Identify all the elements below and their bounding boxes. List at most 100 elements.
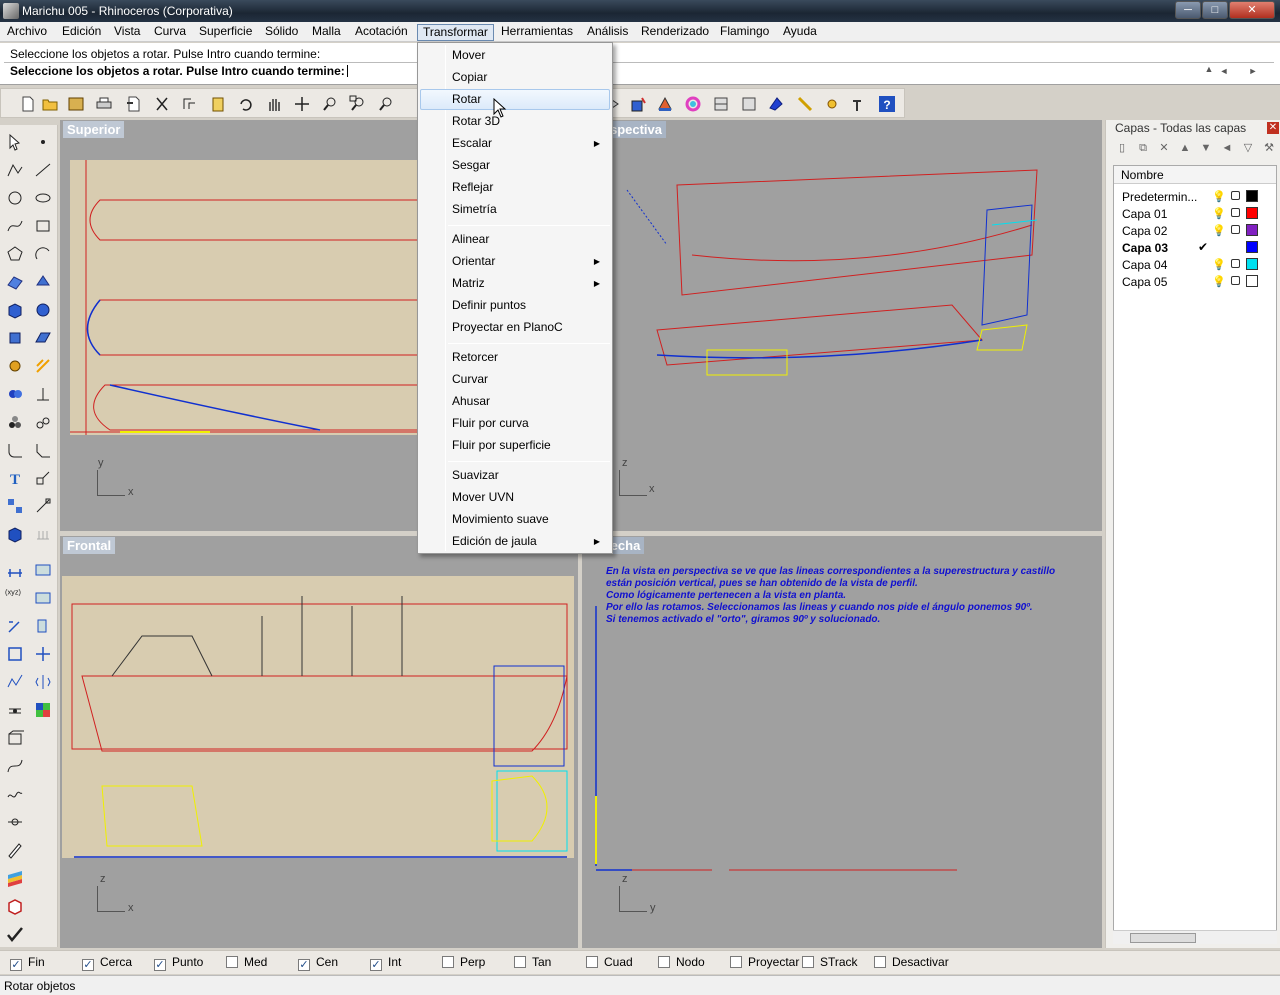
checkbox[interactable]: ✓ xyxy=(10,959,22,971)
pan-hand-icon[interactable] xyxy=(265,95,283,113)
viewport-single-icon[interactable] xyxy=(740,95,758,113)
bounding-box-icon[interactable] xyxy=(6,645,24,663)
cylinder-icon[interactable] xyxy=(6,329,24,347)
array-icon[interactable] xyxy=(6,497,24,515)
scale-icon[interactable] xyxy=(34,469,52,487)
osnap-int[interactable]: ✓ Int xyxy=(370,955,401,971)
checkbox[interactable] xyxy=(802,956,814,968)
delete-layer-icon[interactable]: ✕ xyxy=(1157,141,1171,155)
cage-edit-icon[interactable] xyxy=(6,729,24,747)
checkbox[interactable] xyxy=(514,956,526,968)
scroll-right-icon[interactable]: ► xyxy=(1247,65,1259,77)
menu-item-movimiento-suave[interactable]: Movimiento suave xyxy=(420,509,610,530)
menu-malla[interactable]: Malla xyxy=(307,24,346,41)
menu-flamingo[interactable]: Flamingo xyxy=(715,24,774,41)
lightbulb-icon[interactable]: 💡 xyxy=(1212,258,1226,271)
osnap-fin[interactable]: ✓ Fin xyxy=(10,955,45,971)
menu-item-fluir-curva[interactable]: Fluir por curva xyxy=(420,413,610,434)
move-down-icon[interactable]: ▼ xyxy=(1199,141,1213,155)
osnap-proyectar[interactable]: Proyectar xyxy=(730,955,799,971)
checkbox[interactable] xyxy=(226,956,238,968)
rectangle-icon[interactable] xyxy=(34,217,52,235)
rotate-view-icon[interactable] xyxy=(293,95,311,113)
viewport-layout-icon[interactable] xyxy=(712,95,730,113)
cplane-icon[interactable] xyxy=(34,617,52,635)
move-parent-icon[interactable]: ◄ xyxy=(1220,141,1234,155)
dimension-icon[interactable] xyxy=(34,385,52,403)
layer-color-swatch[interactable] xyxy=(1246,224,1258,236)
paste-icon[interactable] xyxy=(209,95,227,113)
menu-transformar[interactable]: Transformar xyxy=(417,24,494,41)
osnap-desactivar[interactable]: Desactivar xyxy=(874,955,949,971)
scroll-up-icon[interactable]: ▲ xyxy=(1203,63,1215,75)
menu-acotacion[interactable]: Acotación xyxy=(350,24,413,41)
lock-icon[interactable] xyxy=(1231,276,1240,285)
surface-icon[interactable] xyxy=(6,273,24,291)
open-file-icon[interactable] xyxy=(41,95,59,113)
color-wheel-icon[interactable] xyxy=(684,95,702,113)
layer-row[interactable]: Predetermin... 💡 xyxy=(1114,188,1276,205)
text-icon[interactable]: T xyxy=(6,469,24,487)
osnap-tan[interactable]: Tan xyxy=(514,955,551,971)
menu-item-orientar[interactable]: Orientar ▶ xyxy=(420,251,610,272)
menu-edicion[interactable]: Edición xyxy=(57,24,106,41)
menu-superficie[interactable]: Superficie xyxy=(194,24,257,41)
menu-item-proyectar-planoc[interactable]: Proyectar en PlanoC xyxy=(420,317,610,338)
layers-horizontal-scrollbar[interactable] xyxy=(1113,930,1277,944)
lock-icon[interactable] xyxy=(1231,208,1240,217)
material-icon[interactable] xyxy=(656,95,674,113)
explode-icon[interactable] xyxy=(34,413,52,431)
shade-icon[interactable] xyxy=(767,95,785,113)
extrude-icon[interactable] xyxy=(34,273,52,291)
menu-item-edicion-jaula[interactable]: Edición de jaula ▶ xyxy=(420,531,610,552)
menu-item-retorcer[interactable]: Retorcer xyxy=(420,347,610,368)
rhino-app-icon[interactable] xyxy=(3,3,19,19)
layer-name[interactable]: Capa 03 xyxy=(1122,241,1168,255)
osnap-strack[interactable]: STrack xyxy=(802,955,858,971)
zoom-window-icon[interactable] xyxy=(349,95,367,113)
menu-item-copiar[interactable]: Copiar xyxy=(420,67,610,88)
new-layer-icon[interactable]: ▯ xyxy=(1115,141,1129,155)
checkbox[interactable] xyxy=(874,956,886,968)
point-icon[interactable] xyxy=(34,133,52,151)
tools-icon[interactable]: ⚒ xyxy=(1262,141,1276,155)
osnap-cuad[interactable]: Cuad xyxy=(586,955,633,971)
layer-name[interactable]: Capa 02 xyxy=(1122,224,1167,238)
render-icon[interactable] xyxy=(6,701,24,719)
xyz-coordinate-icon[interactable]: (xyz) xyxy=(4,583,22,601)
osnap-cen[interactable]: ✓ Cen xyxy=(298,955,338,971)
layer-color-swatch[interactable] xyxy=(1246,207,1258,219)
import-icon[interactable] xyxy=(125,95,143,113)
pen-draw-icon[interactable] xyxy=(6,841,24,859)
blend-curve-icon[interactable] xyxy=(6,757,24,775)
menu-ayuda[interactable]: Ayuda xyxy=(778,24,822,41)
menu-item-curvar[interactable]: Curvar xyxy=(420,369,610,390)
cut-icon[interactable] xyxy=(153,95,171,113)
new-file-icon[interactable] xyxy=(19,95,37,113)
osnap-perp[interactable]: Perp xyxy=(442,955,485,971)
checkbox[interactable] xyxy=(658,956,670,968)
lock-icon[interactable] xyxy=(1231,225,1240,234)
polyline-icon[interactable] xyxy=(6,161,24,179)
menu-item-mover[interactable]: Mover xyxy=(420,45,610,66)
menu-item-simetria[interactable]: Simetría xyxy=(420,199,610,220)
menu-item-reflejar[interactable]: Reflejar xyxy=(420,177,610,198)
checkbox[interactable] xyxy=(442,956,454,968)
layer-color-swatch[interactable] xyxy=(1246,241,1258,253)
viewport-top-label[interactable]: Superior xyxy=(63,121,125,138)
mirror-icon[interactable] xyxy=(34,673,52,691)
edit-points-icon[interactable] xyxy=(34,497,52,515)
menu-item-sesgar[interactable]: Sesgar xyxy=(420,155,610,176)
osnap-punto[interactable]: ✓ Punto xyxy=(154,955,203,971)
maximize-button[interactable]: □ xyxy=(1202,1,1228,19)
arc-icon[interactable] xyxy=(34,245,52,263)
select-arrow-icon[interactable] xyxy=(6,133,24,151)
properties-icon[interactable] xyxy=(34,589,52,607)
layer-name[interactable]: Capa 05 xyxy=(1122,275,1167,289)
zoom-dynamic-icon[interactable] xyxy=(321,95,339,113)
distance-icon[interactable] xyxy=(6,561,24,579)
plane-icon[interactable] xyxy=(34,329,52,347)
gear-icon[interactable] xyxy=(6,357,24,375)
layer-row[interactable]: Capa 02 💡 xyxy=(1114,222,1276,239)
zebra-analysis-icon[interactable] xyxy=(6,869,24,887)
